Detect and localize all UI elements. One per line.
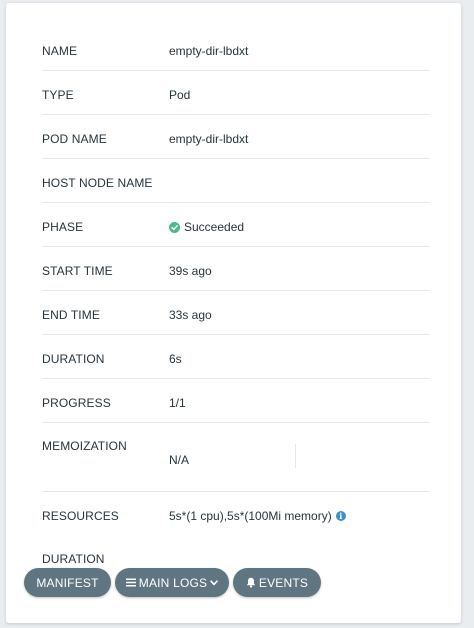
memoization-label: MEMOIZATION: [42, 439, 127, 453]
manifest-button[interactable]: MANIFEST: [24, 568, 111, 597]
check-circle-icon: [169, 221, 180, 233]
name-value: empty-dir-lbdxt: [169, 44, 249, 58]
phase-value: Succeeded: [169, 220, 244, 234]
end-time-label: END TIME: [42, 308, 100, 322]
memoization-value: N/A: [169, 453, 190, 467]
host-node-name-label: HOST NODE NAME: [42, 176, 153, 190]
phase-text: Succeeded: [184, 220, 245, 234]
type-value: Pod: [169, 88, 191, 102]
node-details-panel: NAME empty-dir-lbdxt TYPE Pod POD NAME e…: [6, 3, 461, 623]
row-duration: DURATION 6s: [42, 335, 429, 379]
manifest-label: MANIFEST: [36, 575, 99, 590]
main-logs-label: MAIN LOGS: [138, 575, 208, 590]
events-button[interactable]: EVENTS: [233, 568, 321, 597]
pod-name-value: empty-dir-lbdxt: [169, 132, 249, 146]
row-memoization: MEMOIZATION N/A: [42, 423, 429, 492]
resources-value: 5s*(1 cpu),5s*(100Mi memory) i: [169, 509, 346, 523]
details-table: NAME empty-dir-lbdxt TYPE Pod POD NAME e…: [42, 27, 429, 578]
phase-label: PHASE: [42, 220, 84, 234]
info-icon[interactable]: i: [335, 511, 346, 521]
events-label: EVENTS: [258, 575, 309, 590]
type-label: TYPE: [42, 88, 74, 102]
row-phase: PHASE Succeeded: [42, 203, 429, 247]
name-label: NAME: [42, 44, 78, 58]
caret-down-icon: [210, 579, 219, 586]
row-start-time: START TIME 39s ago: [42, 247, 429, 291]
action-buttons: MANIFEST MAIN LOGS EVENTS: [24, 568, 321, 597]
row-end-time: END TIME 33s ago: [42, 291, 429, 335]
resources-label: RESOURCES: [42, 509, 119, 523]
memoization-divider: [295, 444, 296, 468]
progress-value: 1/1: [169, 396, 186, 410]
row-host-node-name: HOST NODE NAME: [42, 159, 429, 203]
bell-icon: [246, 577, 256, 588]
resources-text: 5s*(1 cpu),5s*(100Mi memory): [169, 509, 332, 523]
resources-duration-label: DURATION: [42, 552, 105, 566]
end-time-value: 33s ago: [169, 308, 212, 322]
row-pod-name: POD NAME empty-dir-lbdxt: [42, 115, 429, 159]
row-resources: RESOURCES 5s*(1 cpu),5s*(100Mi memory) i: [42, 492, 429, 535]
row-name: NAME empty-dir-lbdxt: [42, 27, 429, 71]
duration-value: 6s: [169, 352, 182, 366]
row-progress: PROGRESS 1/1: [42, 379, 429, 423]
start-time-value: 39s ago: [169, 264, 212, 278]
main-logs-button[interactable]: MAIN LOGS: [115, 568, 229, 597]
progress-label: PROGRESS: [42, 396, 111, 410]
duration-label: DURATION: [42, 352, 105, 366]
row-type: TYPE Pod: [42, 71, 429, 115]
list-icon: [125, 578, 136, 587]
pod-name-label: POD NAME: [42, 132, 107, 146]
start-time-label: START TIME: [42, 264, 113, 278]
